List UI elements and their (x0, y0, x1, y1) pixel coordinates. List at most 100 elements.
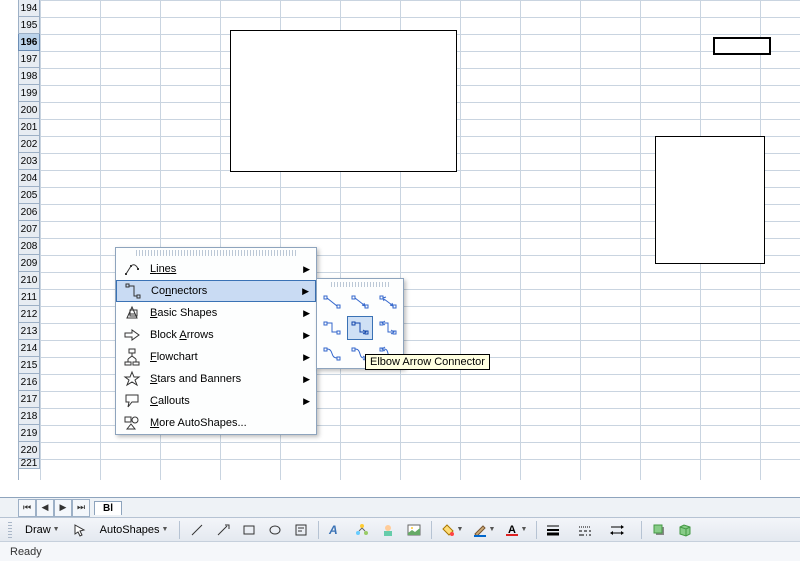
row-header[interactable]: 203 (18, 153, 40, 170)
menu-item-label: Basic Shapes (144, 307, 294, 319)
fill-color-button[interactable]: ▼ (438, 520, 466, 540)
font-color-button[interactable]: A▼ (502, 520, 530, 540)
row-header[interactable]: 218 (18, 408, 40, 425)
menu-item-block-arrows[interactable]: Block Arrows ▶ (116, 324, 316, 346)
row-header[interactable]: 200 (18, 102, 40, 119)
menu-item-basic-shapes[interactable]: Basic Shapes ▶ (116, 302, 316, 324)
sheet-nav-next-button[interactable]: ▶ (54, 499, 72, 517)
row-header[interactable]: 205 (18, 187, 40, 204)
draw-menu-button[interactable]: Draw ▼ (20, 522, 65, 538)
row-header[interactable]: 219 (18, 425, 40, 442)
textbox-tool-button[interactable] (290, 519, 312, 541)
toolbar-grip[interactable] (8, 522, 12, 538)
shadow-style-button[interactable] (648, 519, 670, 541)
line-tool-button[interactable] (186, 519, 208, 541)
dropdown-arrow-icon: ▼ (53, 526, 60, 533)
row-header[interactable]: 194 (18, 0, 40, 17)
autoshapes-menu-label: AutoShapes (100, 524, 160, 536)
row-header[interactable]: 217 (18, 391, 40, 408)
sheet-nav-first-button[interactable]: ⏮ (18, 499, 36, 517)
insert-picture-button[interactable] (403, 519, 425, 541)
sheet-nav-prev-button[interactable]: ◀ (36, 499, 54, 517)
select-objects-button[interactable] (69, 519, 91, 541)
menu-gripper[interactable] (136, 250, 296, 256)
row-header-selected[interactable]: 196 (18, 34, 40, 51)
arrow-style-button[interactable] (607, 520, 635, 540)
row-header[interactable]: 216 (18, 374, 40, 391)
submenu-arrow-icon: ▶ (303, 330, 310, 341)
basic-shapes-category-icon (120, 302, 144, 324)
menu-item-callouts[interactable]: Callouts ▶ (116, 390, 316, 412)
submenu-arrow-icon: ▶ (303, 396, 310, 407)
connector-option-elbow-arrow[interactable] (347, 316, 373, 340)
drawn-rectangle-1[interactable] (230, 30, 457, 172)
status-text: Ready (10, 546, 42, 558)
line-style-button[interactable] (543, 520, 571, 540)
row-header[interactable]: 198 (18, 68, 40, 85)
3d-style-button[interactable] (674, 519, 696, 541)
row-header[interactable]: 210 (18, 272, 40, 289)
diagram-button[interactable] (351, 519, 373, 541)
row-header[interactable]: 208 (18, 238, 40, 255)
row-header[interactable]: 201 (18, 119, 40, 136)
menu-item-connectors[interactable]: Connectors ▶ (116, 280, 316, 302)
menu-item-label: Block Arrows (144, 329, 294, 341)
row-header[interactable]: 215 (18, 357, 40, 374)
row-header[interactable]: 221 (18, 459, 40, 469)
row-header[interactable]: 209 (18, 255, 40, 272)
sheet-nav-last-button[interactable]: ⏭ (72, 499, 90, 517)
submenu-arrow-icon: ▶ (303, 264, 310, 275)
row-header[interactable]: 197 (18, 51, 40, 68)
more-autoshapes-icon (120, 412, 144, 434)
menu-item-label: Flowchart (144, 351, 294, 363)
dropdown-arrow-icon: ▼ (457, 526, 464, 533)
connector-option-straight[interactable] (319, 290, 345, 314)
submenu-arrow-icon: ▶ (302, 286, 309, 297)
oval-tool-button[interactable] (264, 519, 286, 541)
menu-item-label: Stars and Banners (144, 373, 294, 385)
clipart-button[interactable] (377, 519, 399, 541)
tooltip: Elbow Arrow Connector (365, 354, 490, 370)
menu-item-more-autoshapes[interactable]: More AutoShapes... (116, 412, 316, 434)
row-header[interactable]: 213 (18, 323, 40, 340)
row-header[interactable]: 214 (18, 340, 40, 357)
wordart-button[interactable]: A (325, 519, 347, 541)
arrow-tool-button[interactable] (212, 519, 234, 541)
status-bar: Ready (0, 541, 800, 561)
active-cell-selection[interactable] (713, 37, 771, 55)
dropdown-arrow-icon: ▼ (162, 526, 169, 533)
submenu-gripper[interactable] (331, 282, 389, 287)
menu-item-lines[interactable]: Lines ▶ (116, 258, 316, 280)
row-header[interactable]: 204 (18, 170, 40, 187)
block-arrows-category-icon (120, 324, 144, 346)
dash-style-button[interactable] (575, 520, 603, 540)
row-header[interactable]: 212 (18, 306, 40, 323)
submenu-arrow-icon: ▶ (303, 374, 310, 385)
drawing-toolbar: Draw ▼ AutoShapes ▼ A ▼ ▼ A▼ (0, 517, 800, 541)
connectors-category-icon (121, 280, 145, 302)
row-header[interactable]: 199 (18, 85, 40, 102)
menu-item-label: Lines (144, 263, 294, 275)
row-header[interactable]: 195 (18, 17, 40, 34)
row-header[interactable]: 220 (18, 442, 40, 459)
connector-option-elbow-double-arrow[interactable] (375, 316, 401, 340)
autoshapes-menu-button[interactable]: AutoShapes ▼ (95, 522, 174, 538)
row-header[interactable]: 206 (18, 204, 40, 221)
submenu-arrow-icon: ▶ (303, 308, 310, 319)
connector-option-elbow[interactable] (319, 316, 345, 340)
sheet-tab-strip: ⏮ ◀ ▶ ⏭ Bl (0, 497, 800, 517)
row-header[interactable]: 211 (18, 289, 40, 306)
rectangle-tool-button[interactable] (238, 519, 260, 541)
drawn-rectangle-2[interactable] (655, 136, 765, 264)
row-header[interactable]: 202 (18, 136, 40, 153)
connector-option-straight-double-arrow[interactable] (375, 290, 401, 314)
submenu-arrow-icon: ▶ (303, 352, 310, 363)
menu-item-flowchart[interactable]: Flowchart ▶ (116, 346, 316, 368)
sheet-tab[interactable]: Bl (94, 501, 122, 515)
connector-option-straight-arrow[interactable] (347, 290, 373, 314)
connector-option-curved[interactable] (319, 342, 345, 366)
stars-category-icon (120, 368, 144, 390)
line-color-button[interactable]: ▼ (470, 520, 498, 540)
row-header[interactable]: 207 (18, 221, 40, 238)
menu-item-stars-and-banners[interactable]: Stars and Banners ▶ (116, 368, 316, 390)
